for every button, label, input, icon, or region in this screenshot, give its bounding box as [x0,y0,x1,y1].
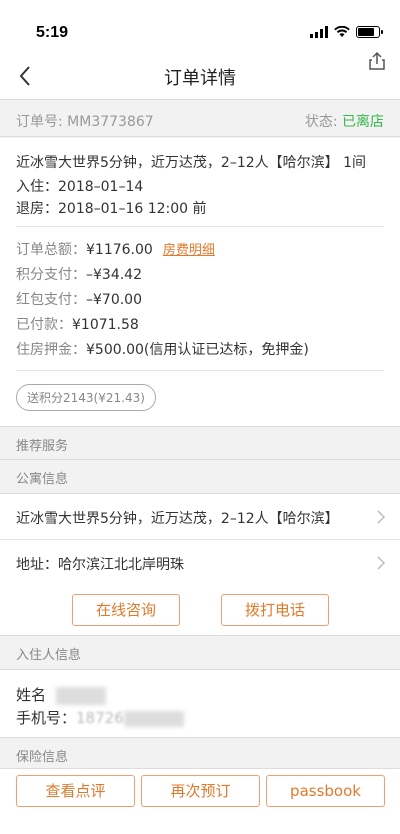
hotel-title: 近冰雪大世界5分钟，近万达茂，2–12人【哈尔滨】 1间 [16,155,366,171]
guest-phone-redacted [123,710,184,727]
order-status-label: 状态: [304,114,338,130]
paid-label: 已付款： [16,317,72,333]
checkout-date: 退房：2018–01–16 12:00 前 [16,201,207,217]
points-row: 积分支付：–¥34.42 [16,264,142,284]
redpacket-row: 红包支付：–¥70.00 [16,289,142,309]
signal-icon [310,26,328,38]
nav-bar: 订单详情 [0,48,400,100]
section-guest-label: 入住人信息 [16,648,82,663]
rebook-button[interactable]: 再次预订 [141,775,260,807]
section-apartment-label: 公寓信息 [16,472,69,487]
guest-phone-label: 手机号： [16,709,77,727]
section-insurance: 保险信息 [0,738,400,772]
points-value: –¥34.42 [86,267,142,283]
total-row: 订单总额：¥1176.00 房费明细 [16,239,215,259]
apartment-name-item[interactable]: 近冰雪大世界5分钟，近万达茂，2–12人【哈尔滨】 [0,494,400,540]
order-header: 订单号: MM3773867 状态: 已离店 [0,101,400,137]
share-icon[interactable] [366,50,388,72]
deposit-label: 住房押金： [16,342,86,358]
guest-info-card: 姓名 手机号：18726 [0,670,400,738]
apartment-address-item[interactable]: 地址：哈尔滨江北北岸明珠 [0,540,400,584]
wifi-icon [334,26,350,37]
points-label: 积分支付： [16,267,86,283]
total-value: ¥1176.00 [86,242,153,258]
call-button[interactable]: 拨打电话 [221,594,329,626]
checkin-date: 入住：2018–01–14 [16,179,144,195]
passbook-button[interactable]: passbook [266,775,385,807]
view-review-button[interactable]: 查看点评 [16,775,135,807]
bottom-action-bar: 查看点评 再次预订 passbook [0,768,400,834]
divider [16,370,384,371]
online-consult-button[interactable]: 在线咨询 [72,594,180,626]
section-recommend-label: 推荐服务 [16,439,69,454]
apartment-address: 地址：哈尔滨江北北岸明珠 [16,557,184,573]
order-status: 状态: 已离店 [305,111,384,131]
paid-row: 已付款：¥1071.58 [16,314,139,334]
room-fee-detail-link[interactable]: 房费明细 [163,243,215,258]
order-number-value: MM3773867 [67,114,154,130]
section-guest: 入住人信息 [0,636,400,670]
status-time: 5:19 [36,24,69,41]
redpacket-value: –¥70.00 [86,292,142,308]
guest-name-row: 姓名 [16,684,107,705]
status-icons [310,26,383,38]
guest-name-redacted [56,686,107,705]
section-recommend: 推荐服务 [0,426,400,460]
section-apartment: 公寓信息 [0,460,400,494]
guest-phone-row: 手机号：18726 [16,707,184,728]
battery-icon [356,26,383,38]
guest-phone-partial: 18726 [76,709,124,727]
deposit-row: 住房押金：¥500.00(信用认证已达标，免押金) [16,339,309,359]
total-label: 订单总额： [16,242,86,258]
order-number: 订单号: MM3773867 [16,111,154,131]
apartment-name: 近冰雪大世界5分钟，近万达茂，2–12人【哈尔滨】 [16,511,339,527]
guest-name-label: 姓名 [16,686,47,704]
chevron-right-icon [377,556,386,570]
divider [16,226,384,227]
points-reward-badge: 送积分2143(¥21.43) [16,384,156,411]
order-status-value: 已离店 [342,114,384,130]
section-insurance-label: 保险信息 [16,750,69,765]
redpacket-label: 红包支付： [16,292,86,308]
chevron-right-icon [377,510,386,524]
deposit-value: ¥500.00(信用认证已达标，免押金) [86,342,309,358]
order-detail-card: 近冰雪大世界5分钟，近万达茂，2–12人【哈尔滨】 1间 入住：2018–01–… [0,138,400,426]
page-title: 订单详情 [164,68,236,89]
order-number-label: 订单号: [16,114,63,130]
apartment-actions: 在线咨询 拨打电话 [0,584,400,636]
paid-value: ¥1071.58 [72,317,139,333]
